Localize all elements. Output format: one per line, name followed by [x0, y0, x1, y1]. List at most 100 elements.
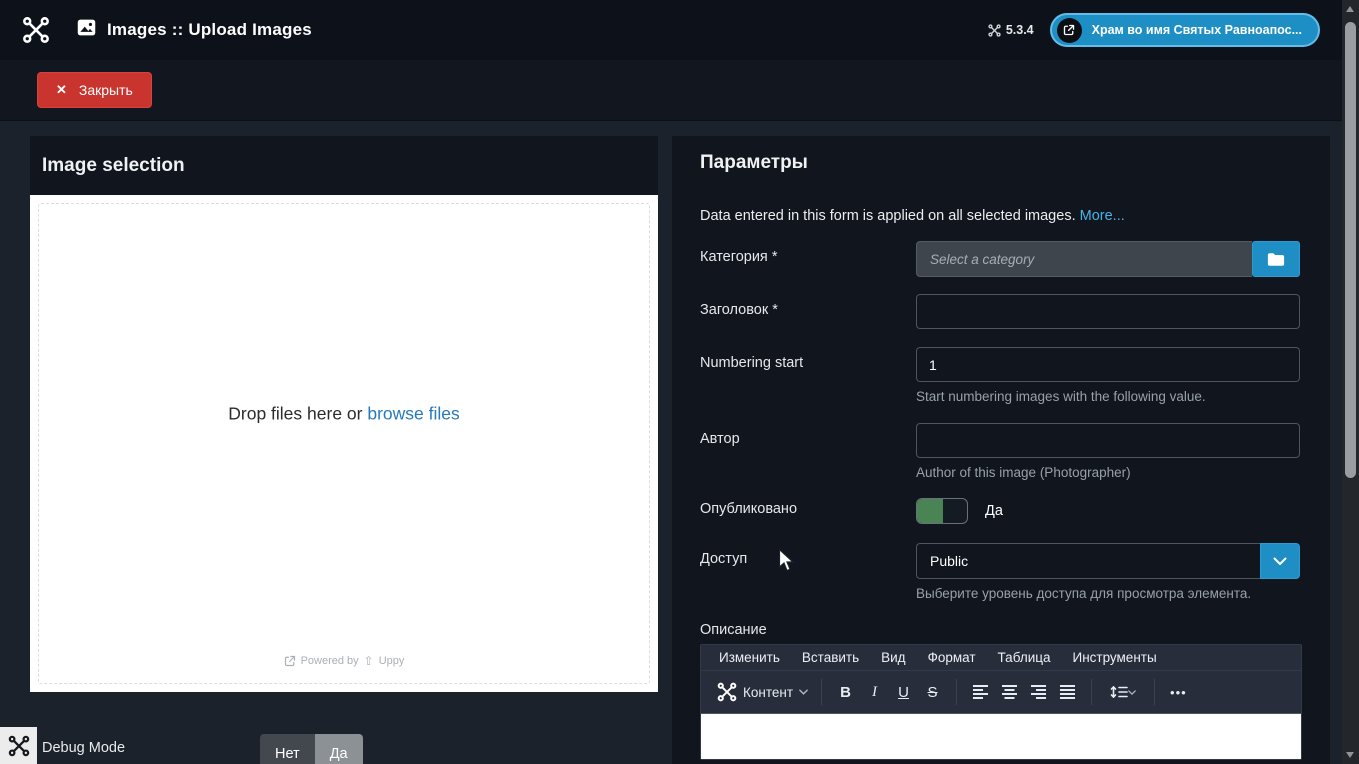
app-header: Images :: Upload Images 5.3.4 Храм в: [0, 0, 1342, 60]
toolbar-separator: [956, 679, 957, 705]
chevron-down-icon: [799, 689, 808, 695]
rich-text-editor: Изменить Вставить Вид Формат Таблица Инс…: [700, 644, 1302, 760]
chevron-down-icon: [1273, 557, 1287, 566]
joomla-corner-badge: [0, 727, 37, 764]
numbering-hint: Start numbering images with the followin…: [916, 389, 1300, 404]
access-label: Доступ: [700, 543, 916, 601]
italic-button[interactable]: I: [860, 677, 889, 707]
dropzone-text: Drop files here or browse files: [30, 403, 658, 424]
parameters-title: Параметры: [700, 152, 1302, 174]
published-toggle[interactable]: [916, 498, 968, 524]
author-input[interactable]: [916, 423, 1300, 458]
powered-by-uppy-link[interactable]: Powered by ⇧ Uppy: [30, 654, 658, 668]
version-number: 5.3.4: [1006, 23, 1034, 37]
toggle-on-indicator: [917, 499, 943, 523]
line-height-button[interactable]: [1101, 677, 1145, 707]
page-title: Images :: Upload Images: [107, 20, 312, 40]
menu-insert[interactable]: Вставить: [802, 650, 859, 665]
access-hint: Выберите уровень доступа для просмотра э…: [916, 586, 1300, 601]
powered-by-text: Powered by: [301, 655, 359, 667]
bold-button[interactable]: B: [831, 677, 860, 707]
file-dropzone[interactable]: Drop files here or browse files Powered …: [30, 195, 658, 692]
title-input[interactable]: [916, 294, 1300, 329]
menu-format[interactable]: Формат: [928, 650, 976, 665]
page-title-wrap: Images :: Upload Images: [76, 17, 312, 43]
category-browse-button[interactable]: [1252, 241, 1300, 277]
folder-icon: [1267, 252, 1285, 267]
more-link[interactable]: More...: [1080, 208, 1125, 224]
chevron-down-icon: [1128, 690, 1136, 695]
uppy-label: Uppy: [379, 655, 405, 667]
access-row: Доступ Public Выберите уровень доступа д…: [700, 543, 1302, 601]
action-toolbar: ✕ Закрыть: [0, 60, 1342, 121]
align-left-icon: [973, 685, 989, 699]
debug-no-button[interactable]: Нет: [260, 734, 315, 764]
debug-mode-label: Debug Mode: [42, 740, 125, 756]
scrollbar-down-arrow[interactable]: [1346, 752, 1354, 758]
align-left-button[interactable]: [966, 677, 995, 707]
image-selection-panel: Image selection Drop files here or brows…: [30, 136, 658, 692]
editor-menubar: Изменить Вставить Вид Формат Таблица Инс…: [701, 645, 1301, 670]
close-button[interactable]: ✕ Закрыть: [37, 72, 152, 108]
preview-site-button[interactable]: Храм во имя Святых Равноапос...: [1050, 13, 1320, 47]
content-dropdown-label: Контент: [743, 685, 793, 700]
menu-table[interactable]: Таблица: [998, 650, 1051, 665]
editor-content[interactable]: [701, 713, 1301, 759]
underline-button[interactable]: U: [889, 677, 918, 707]
align-justify-icon: [1060, 685, 1076, 699]
more-toolbar-button[interactable]: •••: [1164, 685, 1193, 700]
site-name: Храм во имя Святых Равноапос...: [1092, 23, 1302, 37]
menu-edit[interactable]: Изменить: [719, 650, 780, 665]
align-right-icon: [1031, 685, 1047, 699]
content-dropdown-button[interactable]: Контент: [713, 682, 812, 702]
drop-files-text: Drop files here or: [228, 403, 367, 423]
toolbar-separator: [821, 679, 822, 705]
uppy-logo-icon: ⇧: [364, 654, 374, 668]
upload-images-modal: Images :: Upload Images 5.3.4 Храм в: [0, 0, 1359, 764]
debug-yes-button[interactable]: Да: [315, 734, 363, 764]
intro-text: Data entered in this form is applied on …: [700, 208, 1302, 224]
access-dropdown-button[interactable]: [1260, 543, 1300, 579]
editor-toolbar: Контент B I U S: [701, 670, 1301, 713]
close-icon: ✕: [56, 82, 67, 98]
title-row: Заголовок *: [700, 294, 1302, 329]
author-hint: Author of this image (Photographer): [916, 465, 1300, 480]
close-button-label: Закрыть: [79, 82, 133, 98]
image-selection-title: Image selection: [30, 136, 658, 195]
numbering-input[interactable]: [916, 347, 1300, 382]
menu-tools[interactable]: Инструменты: [1072, 650, 1156, 665]
joomla-logo-icon: [8, 735, 30, 757]
align-justify-button[interactable]: [1053, 677, 1082, 707]
line-height-icon: [1110, 685, 1128, 699]
align-center-icon: [1002, 685, 1018, 699]
scrollbar-thumb[interactable]: [1345, 22, 1356, 478]
author-label: Автор: [700, 423, 916, 480]
strikethrough-button[interactable]: S: [918, 677, 947, 707]
joomla-mini-icon: [988, 24, 1001, 37]
joomla-mini-icon: [717, 682, 737, 702]
browse-files-link[interactable]: browse files: [367, 403, 459, 423]
numbering-row: Numbering start Start numbering images w…: [700, 347, 1302, 404]
category-select-field[interactable]: Select a category: [916, 241, 1252, 277]
debug-mode-toggle-group: Нет Да: [260, 734, 363, 764]
joomla-logo-icon[interactable]: [22, 16, 50, 44]
published-row: Опубликовано Да: [700, 498, 1302, 524]
menu-view[interactable]: Вид: [881, 650, 905, 665]
category-row: Категория * Select a category: [700, 241, 1302, 277]
published-label: Опубликовано: [700, 498, 916, 524]
numbering-label: Numbering start: [700, 347, 916, 404]
category-label: Категория *: [700, 241, 916, 277]
access-select[interactable]: Public: [916, 543, 1260, 579]
toolbar-separator: [1154, 679, 1155, 705]
intro-sentence: Data entered in this form is applied on …: [700, 208, 1080, 224]
align-right-button[interactable]: [1024, 677, 1053, 707]
parameters-panel: Параметры Data entered in this form is a…: [672, 136, 1330, 764]
align-center-button[interactable]: [995, 677, 1024, 707]
scrollbar-up-arrow[interactable]: [1346, 6, 1354, 12]
published-state: Да: [985, 503, 1003, 519]
header-right: 5.3.4 Храм во имя Святых Равноапос...: [988, 13, 1320, 47]
description-label: Описание: [700, 622, 1302, 638]
image-icon: [76, 17, 97, 43]
external-link-icon: [1057, 18, 1082, 43]
author-row: Автор Author of this image (Photographer…: [700, 423, 1302, 480]
